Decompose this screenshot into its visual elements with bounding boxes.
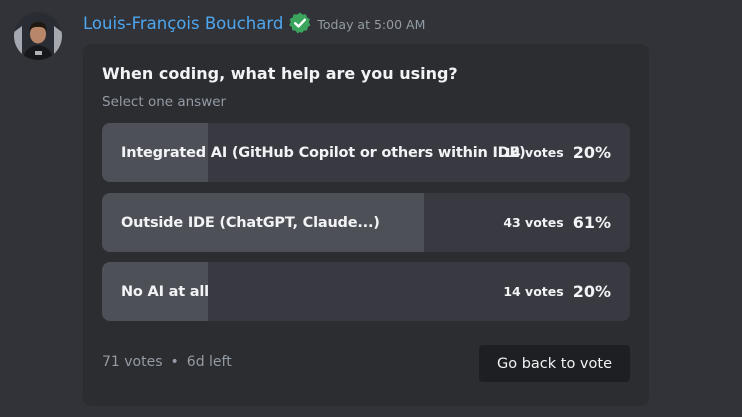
message-timestamp: Today at 5:00 AM [317,16,426,32]
verified-badge-icon [288,11,312,35]
poll-answer-integrated-ai[interactable]: Integrated AI (GitHub Copilot or others … [102,123,630,182]
go-back-to-vote-button[interactable]: Go back to vote [479,345,630,382]
poll-footer: 71 votes • 6d left [102,354,232,370]
poll-answer-votes: 14 votes [503,284,564,299]
poll-answer-stats: 14 votes 20% [503,262,611,321]
author-name[interactable]: Louis-François Bouchard [83,14,283,33]
poll-answer-label: Outside IDE (ChatGPT, Claude...) [121,214,380,231]
poll-card: When coding, what help are you using? Se… [83,44,649,406]
poll-answer-percent: 61% [572,213,611,232]
poll-answer-stats: 43 votes 61% [503,193,611,252]
poll-answer-stats: 14 votes 20% [503,123,611,182]
poll-answer-percent: 20% [572,143,611,162]
poll-answer-percent: 20% [572,282,611,301]
poll-answer-label: Integrated AI (GitHub Copilot or others … [121,144,526,161]
poll-answer-outside-ide[interactable]: Outside IDE (ChatGPT, Claude...) 43 vote… [102,193,630,252]
poll-total-votes: 71 votes [102,354,163,370]
poll-time-left: 6d left [186,354,232,370]
poll-subtitle: Select one answer [102,94,227,110]
poll-footer-separator: • [170,354,179,370]
poll-answer-no-ai[interactable]: No AI at all 14 votes 20% [102,262,630,321]
poll-answer-label: No AI at all [121,283,209,300]
poll-question: When coding, what help are you using? [102,64,458,83]
avatar[interactable] [14,12,62,60]
poll-answer-votes: 14 votes [503,145,564,160]
message-header: Louis-François Bouchard Today at 5:00 AM [83,10,425,36]
poll-answer-votes: 43 votes [503,215,564,230]
